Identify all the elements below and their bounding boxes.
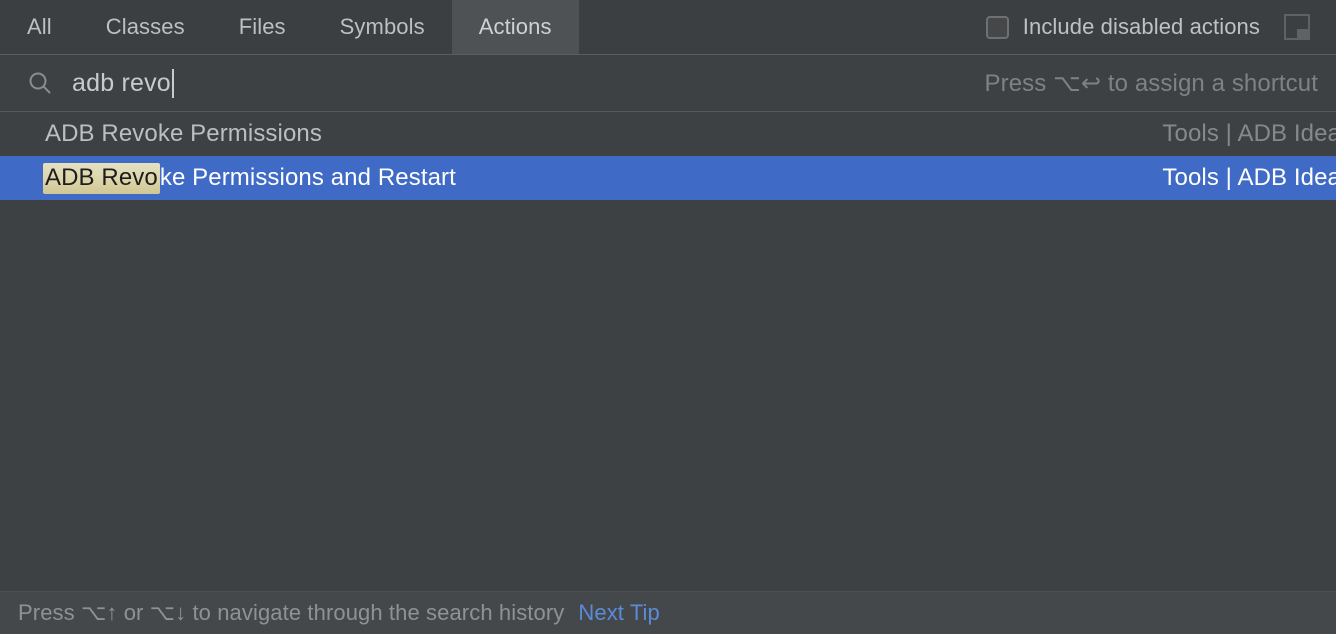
text-caret — [172, 69, 174, 98]
status-bar-hint: Press ⌥↑ or ⌥↓ to navigate through the s… — [18, 600, 564, 626]
tab-classes[interactable]: Classes — [79, 0, 212, 54]
tab-list: All Classes Files Symbols Actions — [0, 0, 579, 54]
next-tip-link[interactable]: Next Tip — [578, 600, 660, 626]
include-disabled-actions-checkbox[interactable]: Include disabled actions — [986, 14, 1260, 40]
tab-files[interactable]: Files — [212, 0, 313, 54]
toggle-window-icon[interactable] — [1284, 14, 1310, 40]
result-location: Tools | ADB Idea — [1162, 164, 1336, 192]
tab-all-label: All — [27, 14, 52, 40]
include-disabled-actions-label: Include disabled actions — [1023, 14, 1260, 40]
list-item[interactable]: ADB Revoke Permissions and Restart Tools… — [0, 156, 1336, 200]
result-title: ADB Revoke Permissions and Restart — [45, 163, 456, 194]
result-title: ADB Revoke Permissions — [45, 120, 322, 148]
tab-classes-label: Classes — [106, 14, 185, 40]
result-title-match: ADB Revo — [43, 163, 160, 194]
tab-actions-label: Actions — [479, 14, 552, 40]
tab-symbols-label: Symbols — [340, 14, 425, 40]
checkbox-icon[interactable] — [986, 16, 1009, 39]
status-bar: Press ⌥↑ or ⌥↓ to navigate through the s… — [0, 591, 1336, 634]
search-icon — [18, 69, 62, 97]
tab-all[interactable]: All — [0, 0, 79, 54]
search-input-value: adb revo — [72, 69, 171, 98]
tab-bar-right-controls: Include disabled actions — [986, 0, 1336, 54]
tab-actions[interactable]: Actions — [452, 0, 579, 54]
search-row: adb revo Press ⌥↩ to assign a shortcut — [0, 55, 1336, 112]
list-item[interactable]: ADB Revoke Permissions Tools | ADB Idea — [0, 112, 1336, 156]
tab-symbols[interactable]: Symbols — [313, 0, 452, 54]
search-input[interactable]: adb revo — [72, 69, 985, 98]
shortcut-hint: Press ⌥↩ to assign a shortcut — [985, 69, 1336, 98]
tab-bar: All Classes Files Symbols Actions Includ… — [0, 0, 1336, 55]
results-list[interactable]: ADB Revoke Permissions Tools | ADB Idea … — [0, 112, 1336, 591]
search-everywhere-popup: All Classes Files Symbols Actions Includ… — [0, 0, 1336, 634]
tab-files-label: Files — [239, 14, 286, 40]
result-title-rest: ke Permissions and Restart — [160, 164, 456, 192]
result-title-rest: ADB Revoke Permissions — [45, 120, 322, 148]
result-location: Tools | ADB Idea — [1162, 120, 1336, 148]
